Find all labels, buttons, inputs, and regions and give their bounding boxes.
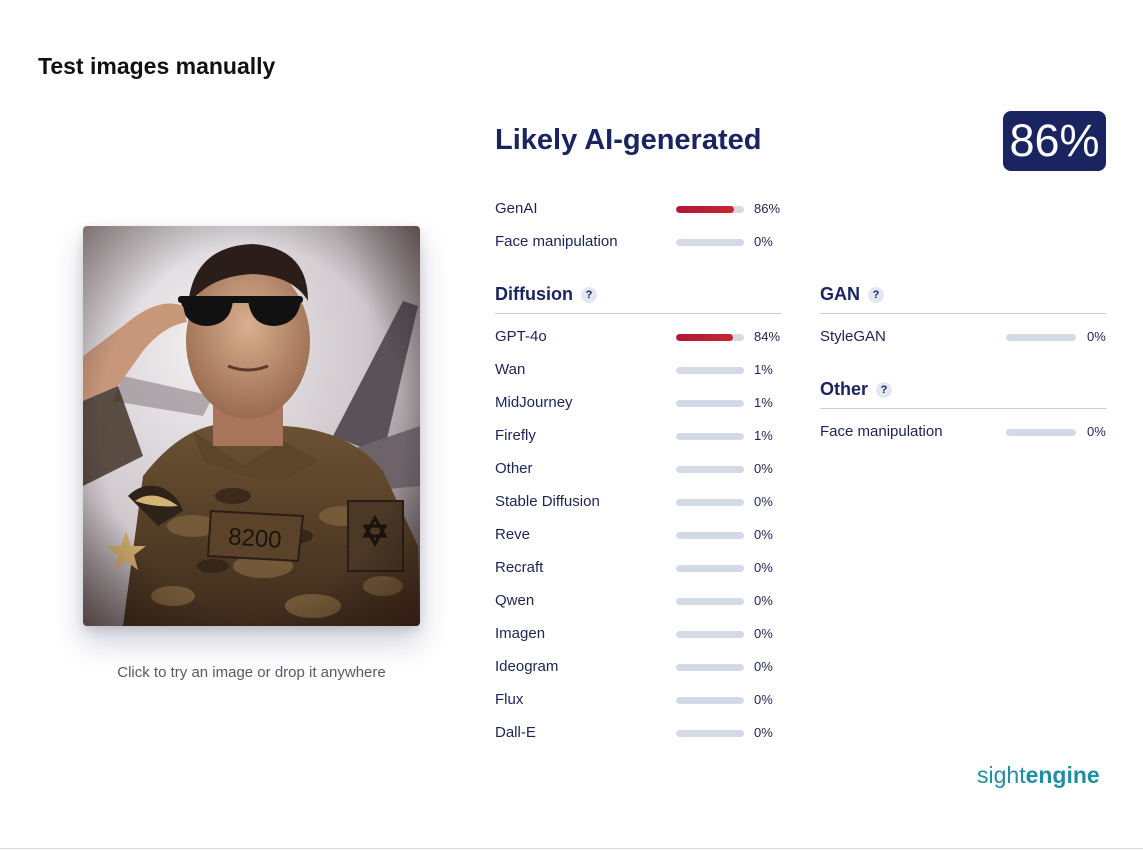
row-percent: 0% <box>754 461 773 476</box>
progress-bar <box>676 598 744 605</box>
row-percent: 1% <box>754 428 773 443</box>
row-label: GPT-4o <box>495 328 547 345</box>
progress-bar <box>676 334 744 341</box>
diffusion-row: Reve 0% <box>495 524 785 546</box>
row-label: Firefly <box>495 427 536 444</box>
section-title-other: Other? <box>820 379 893 400</box>
diffusion-row: GPT-4o 84% <box>495 326 785 348</box>
help-icon[interactable]: ? <box>581 287 597 303</box>
row-percent: 0% <box>754 560 773 575</box>
section-divider <box>495 313 781 314</box>
row-percent: 1% <box>754 395 773 410</box>
row-label: Dall-E <box>495 724 536 741</box>
progress-bar <box>676 697 744 704</box>
row-label: StyleGAN <box>820 328 886 345</box>
brand-logo-light: sight <box>977 762 1026 788</box>
section-title-text: Diffusion <box>495 284 573 304</box>
section-title-gan: GAN? <box>820 284 884 305</box>
soldier-saluting-image: 8200 <box>83 226 420 626</box>
row-label: MidJourney <box>495 394 573 411</box>
brand-logo-bold: engine <box>1025 762 1100 788</box>
diffusion-row: Stable Diffusion 0% <box>495 491 785 513</box>
summary-row-face-manipulation: Face manipulation 0% <box>495 231 785 253</box>
section-title-text: GAN <box>820 284 860 304</box>
progress-bar <box>676 367 744 374</box>
row-label: GenAI <box>495 200 538 217</box>
row-percent: 0% <box>754 527 773 542</box>
other-row-face-manipulation: Face manipulation 0% <box>820 421 1110 443</box>
diffusion-row: Dall-E 0% <box>495 722 785 744</box>
diffusion-row: MidJourney 1% <box>495 392 785 414</box>
page-title: Test images manually <box>38 53 276 79</box>
verdict-title: Likely AI-generated <box>495 124 762 156</box>
row-label: Recraft <box>495 559 544 576</box>
progress-bar <box>676 565 744 572</box>
progress-bar <box>676 466 744 473</box>
upload-hint: Click to try an image or drop it anywher… <box>117 664 386 681</box>
row-label: Face manipulation <box>820 423 943 440</box>
row-label: Imagen <box>495 625 546 642</box>
row-label: Reve <box>495 526 531 543</box>
progress-bar <box>676 664 744 671</box>
row-label: Wan <box>495 361 526 378</box>
gan-row-stylegan: StyleGAN 0% <box>820 326 1110 348</box>
row-label: Other <box>495 460 533 477</box>
diffusion-row: Recraft 0% <box>495 557 785 579</box>
footer-divider <box>0 848 1143 849</box>
diffusion-row: Wan 1% <box>495 359 785 381</box>
brand-logo[interactable]: sightengine <box>977 762 1100 789</box>
diffusion-row: Flux 0% <box>495 689 785 711</box>
row-percent: 84% <box>754 329 781 344</box>
row-percent: 0% <box>754 234 773 249</box>
progress-bar <box>676 499 744 506</box>
row-percent: 0% <box>1087 329 1106 344</box>
help-icon[interactable]: ? <box>876 382 893 398</box>
progress-bar <box>676 631 744 638</box>
progress-bar <box>1006 429 1076 436</box>
progress-bar <box>676 730 744 737</box>
section-divider <box>820 408 1106 409</box>
diffusion-row: Qwen 0% <box>495 590 785 612</box>
row-percent: 0% <box>1087 424 1106 439</box>
progress-bar <box>1006 334 1076 341</box>
section-title-text: Other <box>820 379 869 399</box>
help-icon[interactable]: ? <box>868 287 884 303</box>
progress-fill <box>676 206 735 213</box>
progress-fill <box>676 334 734 341</box>
section-divider <box>820 313 1106 314</box>
diffusion-row: Ideogram 0% <box>495 656 785 678</box>
row-label: Ideogram <box>495 658 559 675</box>
row-label: Flux <box>495 691 524 708</box>
diffusion-row: Firefly 1% <box>495 425 785 447</box>
row-label: Face manipulation <box>495 233 618 250</box>
row-percent: 0% <box>754 494 773 509</box>
score-badge: 86% <box>1003 111 1106 171</box>
sample-image[interactable]: 8200 <box>83 226 420 626</box>
progress-bar <box>676 532 744 539</box>
row-percent: 0% <box>754 593 773 608</box>
progress-bar <box>676 400 744 407</box>
progress-bar <box>676 206 744 213</box>
diffusion-row: Imagen 0% <box>495 623 785 645</box>
row-percent: 1% <box>754 362 773 377</box>
row-percent: 0% <box>754 659 773 674</box>
progress-bar <box>676 433 744 440</box>
row-percent: 0% <box>754 692 773 707</box>
row-label: Stable Diffusion <box>495 493 600 510</box>
row-percent: 86% <box>754 201 781 216</box>
section-title-diffusion: Diffusion? <box>495 284 597 305</box>
row-label: Qwen <box>495 592 535 609</box>
summary-row-genai: GenAI 86% <box>495 198 785 220</box>
progress-bar <box>676 239 744 246</box>
diffusion-row: Other 0% <box>495 458 785 480</box>
row-percent: 0% <box>754 725 773 740</box>
row-percent: 0% <box>754 626 773 641</box>
